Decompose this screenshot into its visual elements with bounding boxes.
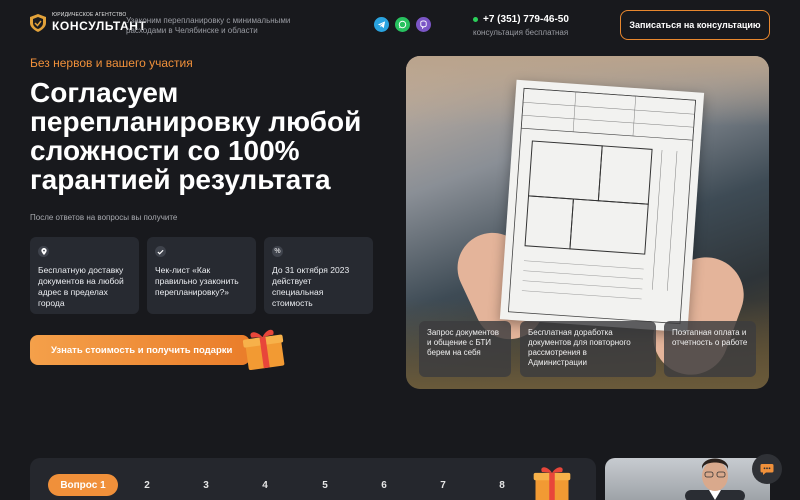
consultation-button[interactable]: Записаться на консультацию xyxy=(620,10,770,40)
hero-title: Согласуем перепланировку любой сложности… xyxy=(30,77,362,195)
logo-emblem-icon xyxy=(30,13,46,32)
hero-eyebrow: Без нервов и вашего участия xyxy=(30,56,193,70)
benefit-cards: Бесплатную доставку документов на любой … xyxy=(30,237,373,314)
gift-icon xyxy=(530,461,574,500)
viber-icon[interactable] xyxy=(416,17,431,32)
hero-subtitle: После ответов на вопросы вы получите xyxy=(30,213,178,222)
site-header: ЮРИДИЧЕСКОЕ АГЕНТСТВО КОНСУЛЬТАНТ Узакон… xyxy=(0,0,800,52)
quiz-steps-bar: Вопрос 1 2 3 4 5 6 7 8 xyxy=(30,458,596,500)
consultant-photo xyxy=(605,458,770,500)
quiz-step-tab[interactable]: 5 xyxy=(314,474,336,496)
chat-icon[interactable] xyxy=(752,454,782,484)
info-card: Бесплатная доработка документов для повт… xyxy=(520,321,656,377)
benefit-text: Бесплатную доставку документов на любой … xyxy=(38,265,124,308)
phone-block: +7 (351) 779-46-50 консультация бесплатн… xyxy=(473,14,569,37)
hero-image: Запрос документов и общение с БТИ берем … xyxy=(406,56,769,389)
check-icon xyxy=(155,246,166,257)
info-card: Поэтапная оплата и отчетность о работе xyxy=(664,321,756,377)
quiz-step-tab[interactable]: 6 xyxy=(373,474,395,496)
location-pin-icon xyxy=(38,246,49,257)
benefit-text: До 31 октября 2023 действует специальная… xyxy=(272,265,350,308)
telegram-icon[interactable] xyxy=(374,17,389,32)
benefit-card: % До 31 октября 2023 действует специальн… xyxy=(264,237,373,314)
gift-icon xyxy=(240,326,285,371)
benefit-card: Чек-лист «Как правильно узаконить перепл… xyxy=(147,237,256,314)
social-links xyxy=(374,17,431,32)
quiz-step-tab[interactable]: Вопрос 1 xyxy=(48,474,118,496)
header-tagline: Узаконим перепланировку с минимальными р… xyxy=(126,16,291,35)
quiz-step-tab[interactable]: 8 xyxy=(491,474,513,496)
online-status-dot xyxy=(473,17,478,22)
phone-link[interactable]: +7 (351) 779-46-50 xyxy=(483,14,569,25)
quiz-step-tab[interactable]: 7 xyxy=(432,474,454,496)
get-price-button[interactable]: Узнать стоимость и получить подарки xyxy=(30,335,250,365)
benefit-card: Бесплатную доставку документов на любой … xyxy=(30,237,139,314)
quiz-step-tab[interactable]: 2 xyxy=(136,474,158,496)
floor-plan-document xyxy=(499,79,705,333)
info-card: Запрос документов и общение с БТИ берем … xyxy=(419,321,511,377)
benefit-text: Чек-лист «Как правильно узаконить перепл… xyxy=(155,265,239,297)
phone-note: консультация бесплатная xyxy=(473,28,569,37)
quiz-step-tab[interactable]: 3 xyxy=(195,474,217,496)
quiz-step-tab[interactable]: 4 xyxy=(254,474,276,496)
whatsapp-icon[interactable] xyxy=(395,17,410,32)
percent-icon: % xyxy=(272,246,283,257)
